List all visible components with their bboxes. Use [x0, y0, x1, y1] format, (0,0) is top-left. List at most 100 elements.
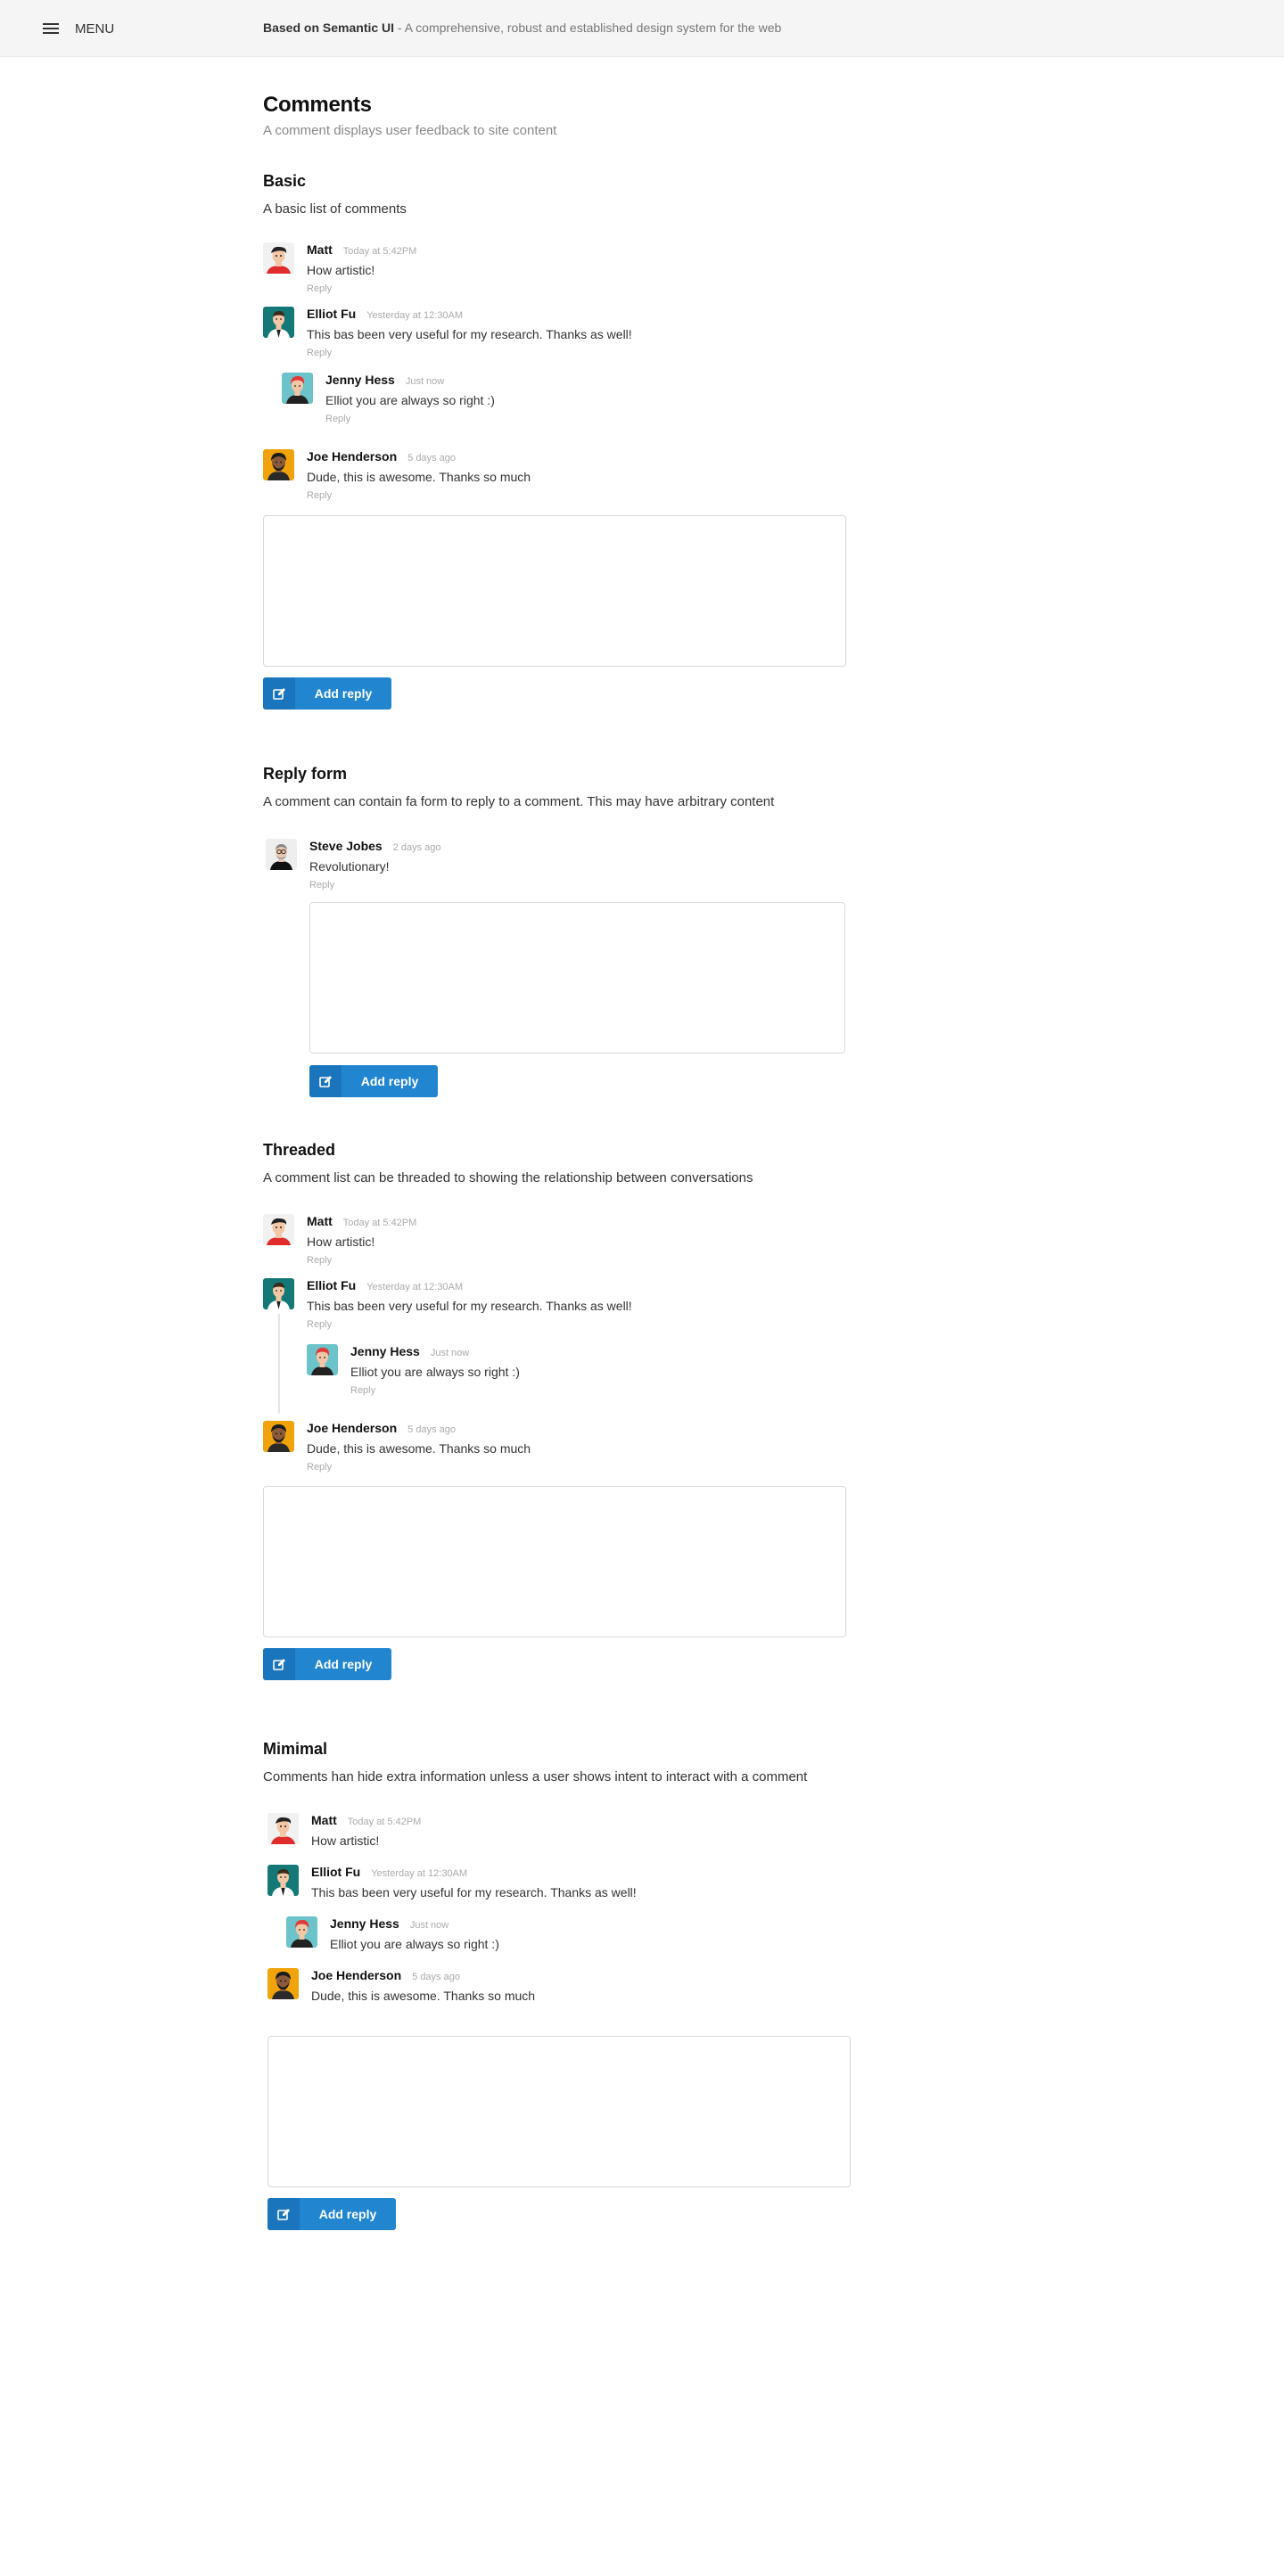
add-reply-button[interactable]: Add reply [263, 1648, 391, 1680]
comment-timestamp: Today at 5:42PM [342, 246, 417, 257]
top-bar: MENU Based on Semantic UI - A comprehens… [0, 0, 1284, 57]
avatar[interactable] [263, 1421, 294, 1452]
hamburger-icon [43, 22, 59, 35]
reply-link[interactable]: Reply [307, 1462, 531, 1473]
comment-timestamp: Today at 5:42PM [342, 1218, 417, 1228]
avatar[interactable] [263, 1214, 294, 1245]
comment-text: Dude, this is awesome. Thanks so much [307, 470, 531, 484]
avatar[interactable] [286, 1916, 317, 1948]
edit-icon [263, 1648, 295, 1680]
reply-textarea[interactable] [263, 515, 846, 667]
comment-reply: Jenny Hess Just now Elliot you are always… [307, 1344, 520, 1396]
add-reply-label: Add reply [314, 1657, 373, 1671]
comment: Steve Jobes 2 days ago Revolutionary! Rep… [266, 839, 441, 890]
avatar[interactable] [307, 1344, 338, 1375]
comment-timestamp: Just now [405, 376, 445, 387]
comment-text: This bas been very useful for my researc… [311, 1885, 637, 1899]
section-title: Reply form [263, 765, 348, 783]
comment-author[interactable]: Matt [307, 242, 333, 257]
comment: Joe Henderson 5 days ago Dude, this is aw… [263, 449, 531, 501]
menu-button[interactable]: MENU [43, 18, 114, 39]
comment-timestamp: 2 days ago [392, 842, 441, 853]
comment-text: Elliot you are always so right :) [325, 393, 495, 407]
reply-link[interactable]: Reply [309, 880, 441, 890]
reply-textarea[interactable] [263, 1486, 846, 1637]
add-reply-button[interactable]: Add reply [268, 2198, 396, 2230]
section-minimal: Mimimal Comments han hide extra informat… [263, 1740, 852, 1784]
section-description: A basic list of comments [263, 201, 407, 217]
page-subtitle: A comment displays user feedback to site… [263, 123, 557, 138]
avatar[interactable] [263, 307, 294, 338]
comment-text: This bas been very useful for my researc… [307, 1299, 632, 1313]
comment: Joe Henderson 5 days ago Dude, this is aw… [268, 1968, 535, 2003]
avatar[interactable] [268, 1813, 299, 1844]
comment-author[interactable]: Jenny Hess [350, 1344, 420, 1358]
comment: Elliot Fu Yesterday at 12:30AM This bas b… [263, 307, 632, 358]
section-title: Threaded [263, 1141, 336, 1159]
avatar[interactable] [263, 242, 294, 274]
comment-timestamp: 5 days ago [407, 453, 456, 464]
comment-author[interactable]: Matt [311, 1813, 337, 1827]
comment-text: Dude, this is awesome. Thanks so much [311, 1989, 536, 2003]
avatar[interactable] [263, 449, 294, 480]
reply-link[interactable]: Reply [325, 414, 495, 424]
comment-author[interactable]: Steve Jobes [309, 839, 383, 853]
comment-text: Elliot you are always so right :) [330, 1937, 499, 1951]
reply-link[interactable]: Reply [307, 1319, 632, 1330]
avatar[interactable] [268, 1968, 299, 1999]
comment: Matt Today at 5:42PM How artistic! [268, 1813, 421, 1848]
comment-author[interactable]: Elliot Fu [311, 1865, 360, 1879]
section-description: A comment can contain fa form to reply t… [263, 794, 775, 809]
section-basic: Basic A basic list of comments [263, 172, 852, 217]
banner-description: - A comprehensive, robust and establishe… [394, 21, 782, 35]
avatar[interactable] [266, 839, 297, 870]
comment-timestamp: Yesterday at 12:30AM [366, 1282, 464, 1292]
comment-text: This bas been very useful for my researc… [307, 327, 632, 341]
comment-author[interactable]: Matt [307, 1214, 333, 1228]
section-description: Comments han hide extra information unle… [263, 1769, 808, 1784]
section-title: Mimimal [263, 1740, 328, 1758]
comment-timestamp: Today at 5:42PM [347, 1817, 422, 1827]
comment-author[interactable]: Jenny Hess [330, 1916, 399, 1931]
add-reply-label: Add reply [318, 2207, 377, 2221]
comment-timestamp: Yesterday at 12:30AM [366, 310, 464, 321]
page-header: Comments A comment displays user feedbac… [263, 93, 852, 138]
page-title: Comments [263, 93, 372, 117]
avatar[interactable] [268, 1865, 299, 1896]
comment-text: Elliot you are always so right :) [350, 1365, 520, 1379]
reply-link[interactable]: Reply [350, 1385, 520, 1396]
comment-reply: Jenny Hess Just now Elliot you are always… [282, 373, 495, 424]
comment: Joe Henderson 5 days ago Dude, this is aw… [263, 1421, 531, 1473]
comment-text: Dude, this is awesome. Thanks so much [307, 1441, 531, 1456]
comment: Matt Today at 5:42PM How artistic! Reply [263, 1214, 416, 1266]
avatar[interactable] [263, 1278, 294, 1309]
comment-author[interactable]: Jenny Hess [325, 373, 395, 387]
comment: Matt Today at 5:42PM How artistic! Reply [263, 242, 416, 294]
comment-author[interactable]: Joe Henderson [307, 1421, 397, 1435]
comment-text: How artistic! [307, 1235, 375, 1249]
add-reply-button[interactable]: Add reply [263, 677, 391, 710]
comment-author[interactable]: Elliot Fu [307, 1278, 356, 1292]
avatar[interactable] [282, 373, 313, 404]
comment-timestamp: Just now [430, 1348, 470, 1358]
reply-textarea[interactable] [309, 902, 845, 1054]
reply-link[interactable]: Reply [307, 348, 632, 358]
comment: Elliot Fu Yesterday at 12:30AM This bas b… [263, 1278, 632, 1330]
reply-link[interactable]: Reply [307, 1255, 416, 1266]
reply-link[interactable]: Reply [307, 490, 531, 501]
add-reply-button[interactable]: Add reply [309, 1065, 438, 1097]
comment-author[interactable]: Elliot Fu [307, 307, 356, 321]
add-reply-label: Add reply [360, 1074, 419, 1088]
edit-icon [263, 677, 295, 710]
comment-timestamp: 5 days ago [412, 1972, 460, 1982]
comment-timestamp: 5 days ago [407, 1424, 456, 1435]
reply-textarea[interactable] [268, 2036, 851, 2187]
comment-text: Revolutionary! [309, 859, 390, 874]
header-banner: Based on Semantic UI - A comprehensive, … [263, 21, 781, 35]
comment-timestamp: Just now [409, 1920, 449, 1931]
comment-author[interactable]: Joe Henderson [311, 1968, 401, 1982]
comment-author[interactable]: Joe Henderson [307, 449, 397, 464]
reply-link[interactable]: Reply [307, 283, 416, 294]
edit-icon [268, 2198, 300, 2230]
thread-line [278, 1314, 280, 1414]
